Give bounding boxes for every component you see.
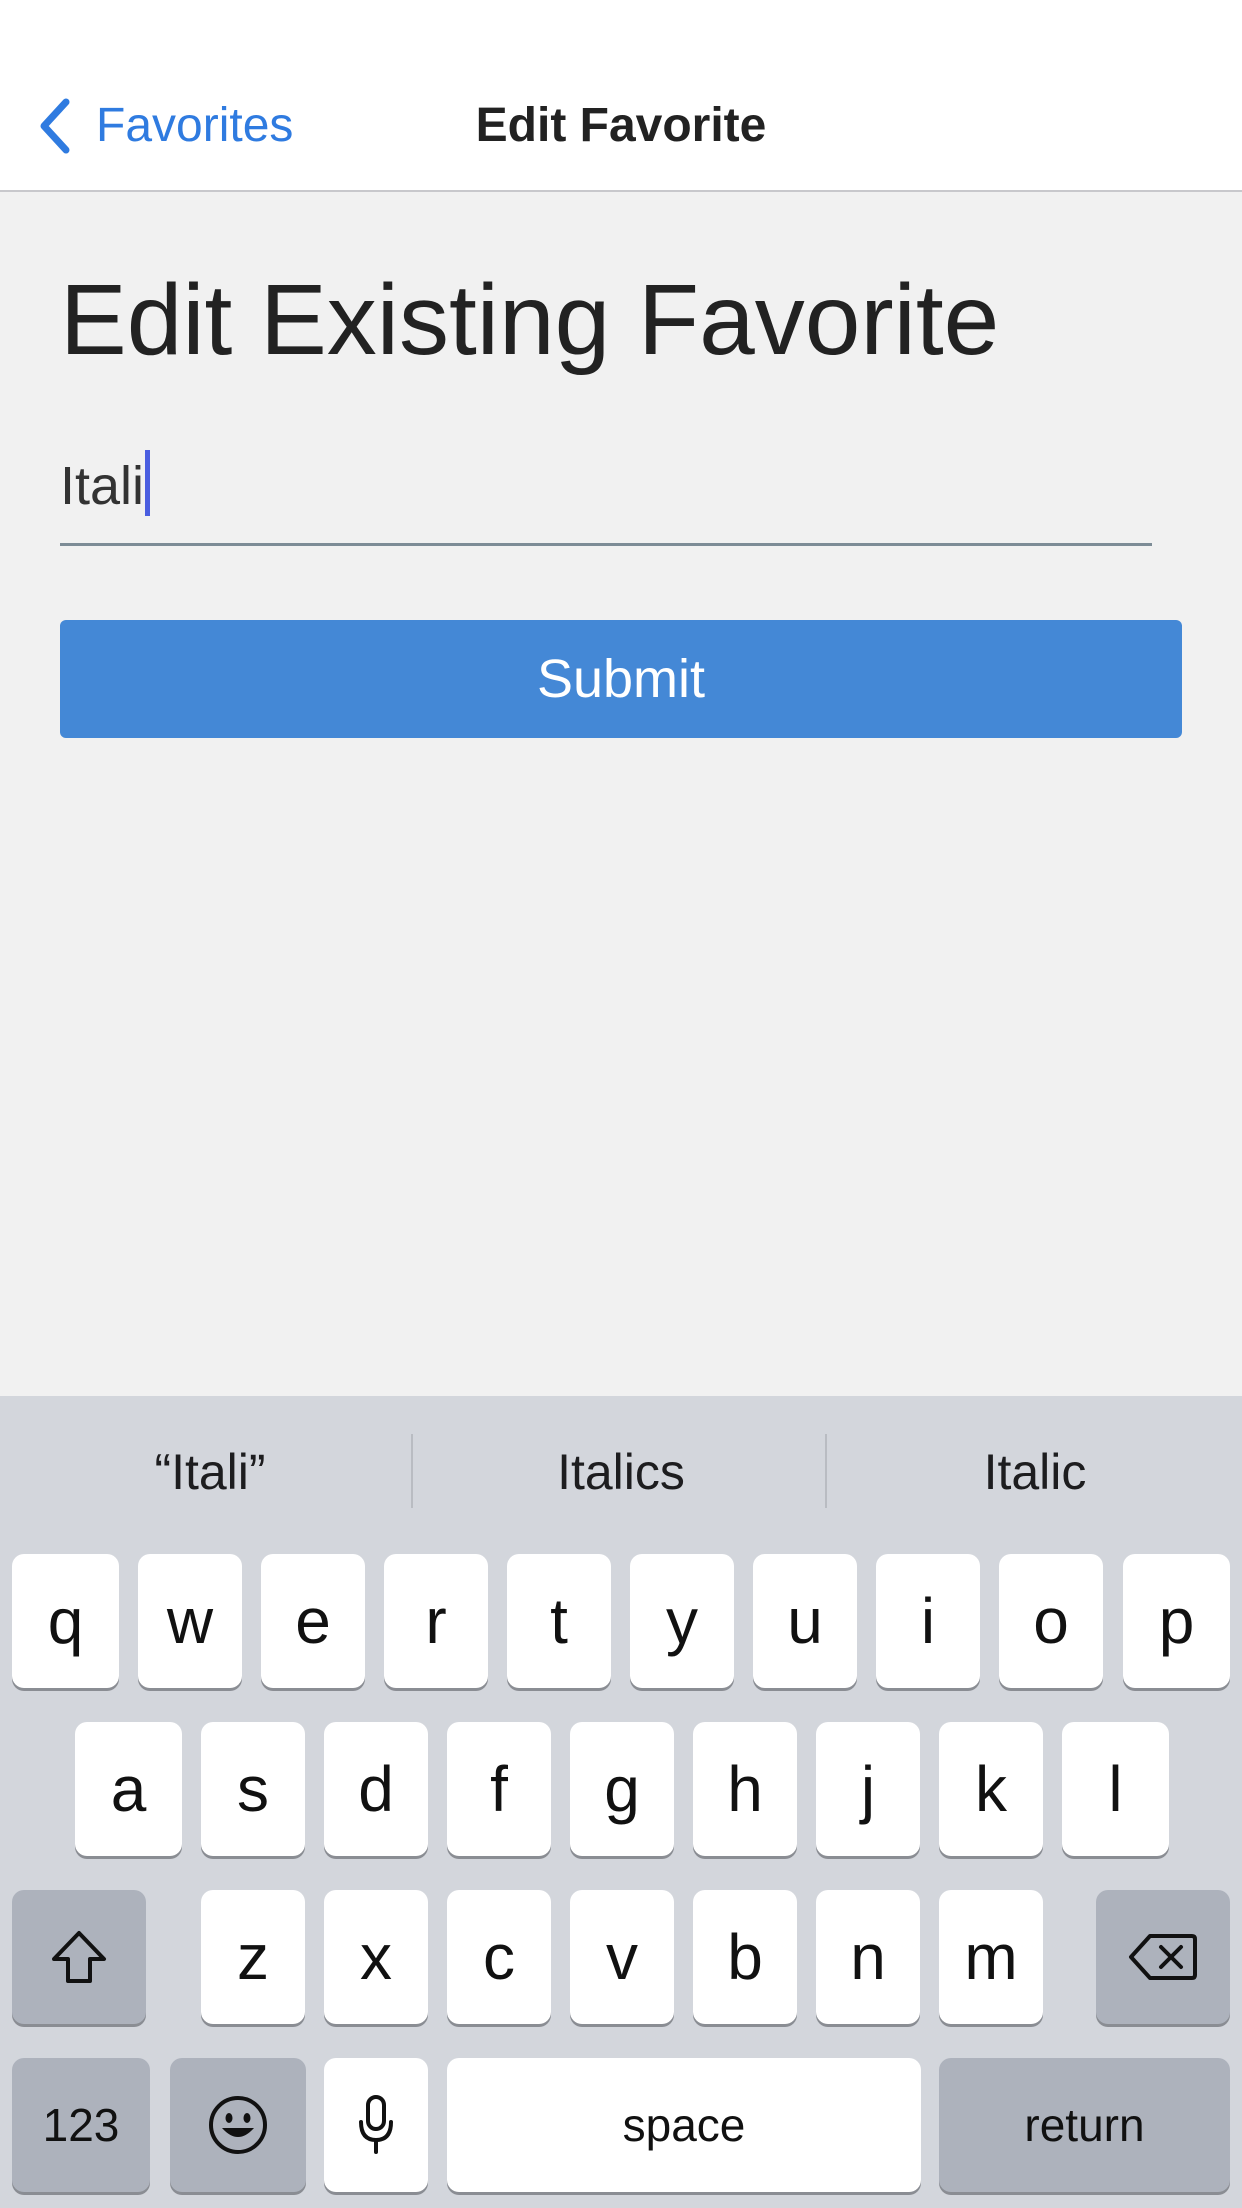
suggestion-item[interactable]: Italic [829, 1436, 1241, 1508]
space-key[interactable]: space [447, 2058, 921, 2192]
key-s[interactable]: s [201, 1722, 305, 1856]
shift-key[interactable] [12, 1890, 146, 2024]
submit-button[interactable]: Submit [60, 620, 1182, 738]
suggestion-divider [411, 1434, 413, 1508]
key-v[interactable]: v [570, 1890, 674, 2024]
key-p[interactable]: p [1123, 1554, 1230, 1688]
key-b[interactable]: b [693, 1890, 797, 2024]
key-j[interactable]: j [816, 1722, 920, 1856]
numbers-key[interactable]: 123 [12, 2058, 150, 2192]
key-f[interactable]: f [447, 1722, 551, 1856]
backspace-icon [1129, 1934, 1197, 1980]
key-q[interactable]: q [12, 1554, 119, 1688]
key-r[interactable]: r [384, 1554, 488, 1688]
suggestion-item[interactable]: Italics [415, 1436, 827, 1508]
submit-button-label: Submit [536, 649, 706, 709]
page-heading: Edit Existing Favorite [60, 264, 1000, 376]
nav-title: Edit Favorite [475, 99, 767, 152]
key-x[interactable]: x [324, 1890, 428, 2024]
favorite-name-value: Itali [60, 450, 151, 522]
navigation-bar: Favorites Edit Favorite [0, 0, 1242, 192]
text-caret [145, 450, 151, 516]
favorite-name-field[interactable]: Itali [60, 450, 1152, 546]
key-h[interactable]: h [693, 1722, 797, 1856]
key-l[interactable]: l [1062, 1722, 1169, 1856]
key-o[interactable]: o [999, 1554, 1103, 1688]
return-key[interactable]: return [939, 2058, 1230, 2192]
key-c[interactable]: c [447, 1890, 551, 2024]
delete-key[interactable] [1096, 1890, 1230, 2024]
key-i[interactable]: i [876, 1554, 980, 1688]
keyboard: “Itali” Italics Italic q w e r t y u i o… [0, 1396, 1242, 2208]
key-d[interactable]: d [324, 1722, 428, 1856]
microphone-icon [359, 2095, 393, 2154]
suggestion-divider [825, 1434, 827, 1508]
key-k[interactable]: k [939, 1722, 1043, 1856]
key-y[interactable]: y [630, 1554, 734, 1688]
emoji-face-icon [209, 2096, 267, 2154]
key-u[interactable]: u [753, 1554, 857, 1688]
key-z[interactable]: z [201, 1890, 305, 2024]
emoji-key[interactable] [170, 2058, 306, 2192]
key-a[interactable]: a [75, 1722, 182, 1856]
key-n[interactable]: n [816, 1890, 920, 2024]
key-w[interactable]: w [138, 1554, 242, 1688]
shift-arrow-icon [52, 1931, 106, 1983]
suggestion-bar: “Itali” Italics Italic [0, 1396, 1242, 1548]
suggestion-item[interactable]: “Itali” [4, 1436, 416, 1508]
key-m[interactable]: m [939, 1890, 1043, 2024]
key-t[interactable]: t [507, 1554, 611, 1688]
key-e[interactable]: e [261, 1554, 365, 1688]
dictation-key[interactable] [324, 2058, 428, 2192]
key-g[interactable]: g [570, 1722, 674, 1856]
